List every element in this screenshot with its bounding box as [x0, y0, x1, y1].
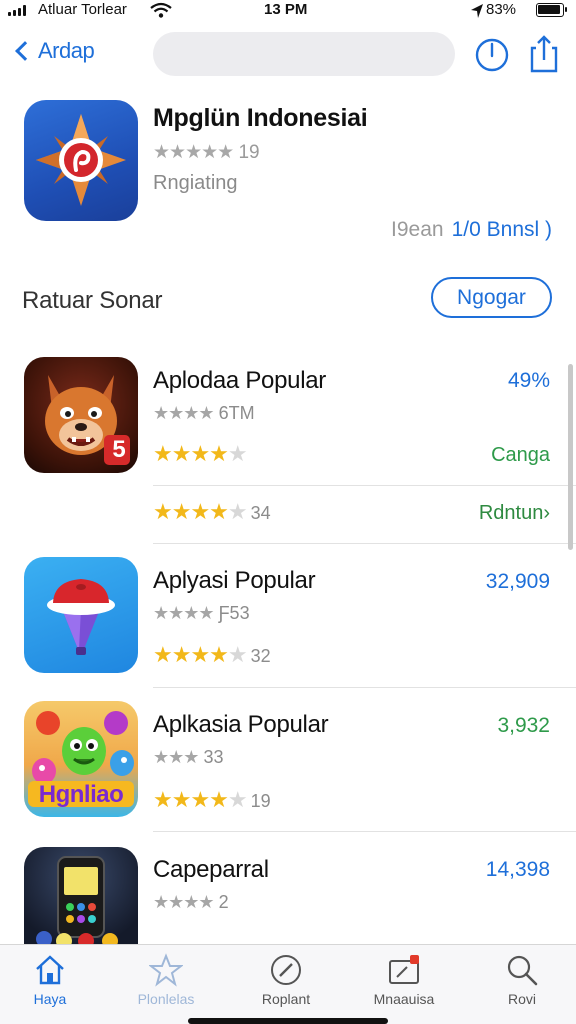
app-name: Aplyasi Popular [153, 567, 316, 594]
tab-home[interactable]: Haya [0, 953, 100, 1007]
signal-icon [8, 5, 26, 16]
featured-subtitle: Rngiating [153, 172, 238, 194]
nav-bar: Ardap [0, 28, 576, 84]
rating-count: 34 [250, 503, 271, 523]
carrier-name: Atluar Torlear [38, 1, 127, 18]
divider [153, 485, 576, 486]
app-meta: ★★★★ 2 [153, 892, 229, 913]
rating-count: 19 [238, 142, 260, 163]
meta-stars: ★★★★ [153, 892, 215, 912]
scrollbar[interactable] [568, 364, 573, 550]
featured-app-icon[interactable] [24, 100, 138, 221]
meta-stars: ★★★★ [153, 403, 215, 423]
compass-star-icon [36, 114, 126, 206]
tab-explore[interactable]: Roplant [236, 953, 336, 1007]
app-value: 14,398 [485, 858, 550, 881]
clock: 13 PM [264, 1, 308, 18]
featured-link-muted: I9ean [391, 218, 444, 241]
app-name: Capeparral [153, 856, 269, 883]
app-meta: ★★★ 33 [153, 747, 223, 768]
divider [153, 543, 576, 544]
compass-icon [271, 955, 301, 985]
badge-number: 5 [112, 436, 126, 463]
meta-stars: ★★★ [153, 747, 199, 767]
location-icon [471, 4, 483, 18]
rating-count: 19 [250, 791, 271, 811]
tab-label: Mnaauisa [373, 991, 435, 1007]
divider [153, 831, 576, 832]
home-indicator[interactable] [188, 1018, 388, 1024]
star-icon [149, 953, 183, 987]
game-title-logo: Hgnliao [38, 781, 124, 808]
app-icon-phone[interactable] [24, 847, 138, 944]
wifi-icon [150, 2, 172, 18]
power-icon[interactable] [472, 34, 512, 74]
back-label: Ardap [38, 38, 95, 63]
app-icon-cone[interactable] [24, 557, 138, 673]
app-name: Aplodaa Popular [153, 367, 326, 394]
battery-percent: 83% [486, 1, 517, 18]
app-value: 32,909 [485, 570, 550, 593]
empty-stars: ★ [227, 787, 248, 812]
tab-bar: Haya Plonlelas Roplant Mnaauisa Rovi [0, 944, 576, 1024]
app-meta: ★★★★ Ƒ53 [153, 603, 250, 624]
divider [153, 687, 576, 688]
phone-icon [36, 856, 118, 944]
tab-label: Rovi [507, 991, 536, 1007]
empty-stars: ★ [227, 499, 248, 524]
app-meta: ★★★★ 6TM [153, 403, 255, 424]
tab-updates[interactable]: Mnaauisa [354, 953, 454, 1007]
meta-text: Ƒ53 [218, 603, 250, 623]
chevron-left-icon [15, 41, 35, 61]
rating-count: 32 [250, 646, 271, 666]
meta-text: 33 [203, 747, 224, 767]
tab-label: Roplant [261, 991, 311, 1007]
tab-label: Plonlelas [137, 991, 195, 1007]
app-value: 49% [507, 369, 550, 392]
app-action-button[interactable]: Canga [491, 444, 550, 467]
section-action-button[interactable]: Ngogar [431, 277, 552, 318]
featured-link-label: 1/0 Bnnsl ) [451, 218, 552, 241]
section-title: Ratuar Sonar [22, 287, 163, 314]
filled-stars: ★★★★ [153, 499, 229, 524]
empty-stars: ★ [227, 441, 248, 466]
tab-featured[interactable]: Plonlelas [116, 953, 216, 1007]
stars-row: ★★★★★ 32 [153, 642, 271, 668]
app-name: Aplkasia Popular [153, 711, 329, 738]
empty-stars: ★ [227, 642, 248, 667]
tab-search[interactable]: Rovi [472, 953, 572, 1007]
app-value: 3,932 [497, 714, 550, 737]
search-icon [507, 955, 538, 986]
app-detail-link[interactable]: Rdntun› [479, 502, 550, 525]
app-icon-game[interactable]: Hgnliao [24, 701, 138, 817]
filled-stars: ★★★★ [153, 787, 229, 812]
share-icon[interactable] [524, 34, 564, 74]
stars-row: ★★★★★ [153, 441, 248, 467]
home-icon [36, 955, 64, 985]
filled-stars: ★★★★ [153, 642, 229, 667]
meta-text: 6TM [218, 403, 255, 423]
status-bar: Atluar Torlear 13 PM 83% [0, 0, 576, 22]
battery-icon [536, 3, 567, 17]
updates-icon [389, 955, 419, 984]
stars-row: ★★★★★ 34 [153, 499, 271, 525]
filled-stars: ★★★★ [153, 441, 229, 466]
search-field[interactable] [153, 32, 455, 76]
cone-icon [47, 579, 115, 655]
featured-rating: ★★★★★ 19 [153, 141, 260, 164]
meta-text: 2 [218, 892, 229, 912]
rating-stars: ★★★★★ [153, 142, 234, 163]
app-icon-wolf[interactable]: 5 [24, 357, 138, 473]
featured-link[interactable]: I9ean 1/0 Bnnsl ) [391, 218, 552, 242]
meta-stars: ★★★★ [153, 603, 215, 623]
featured-app-title: Mpglün Indonesiai [153, 104, 368, 132]
stars-row: ★★★★★ 19 [153, 787, 271, 813]
tab-label: Haya [33, 991, 67, 1007]
back-button[interactable]: Ardap [10, 38, 95, 64]
